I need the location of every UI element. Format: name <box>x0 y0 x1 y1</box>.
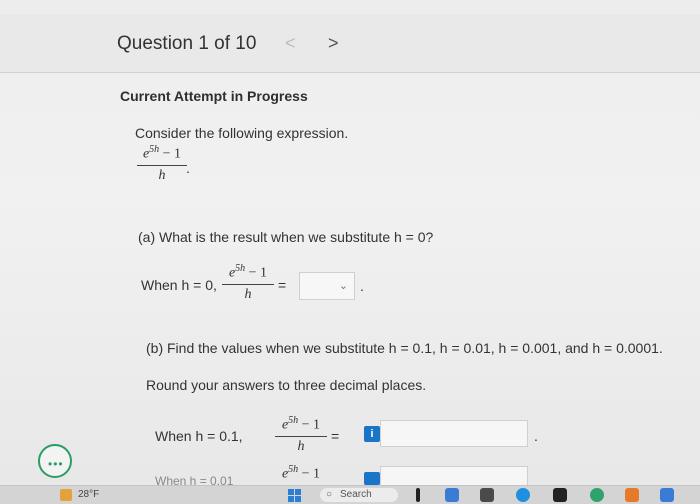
part-a-question: (a) What is the result when we substitut… <box>138 229 434 245</box>
expr-exponent: 5h <box>149 144 160 155</box>
part-a-period: . <box>360 278 364 294</box>
part-a-answer-dropdown[interactable]: ⌄ <box>299 272 355 300</box>
taskbar-app-icon[interactable] <box>445 488 459 502</box>
part-b-row2-fraction: e5h − 1 <box>281 464 321 482</box>
taskbar-app-icon[interactable] <box>553 488 567 502</box>
chat-help-button[interactable]: ••• <box>38 444 72 478</box>
taskbar-app-icon[interactable] <box>480 488 494 502</box>
chat-icon: ••• <box>48 457 64 471</box>
chevron-down-icon: ⌄ <box>338 280 348 292</box>
round-note: Round your answers to three decimal plac… <box>146 377 427 393</box>
info-icon[interactable] <box>364 472 380 485</box>
part-b-row1-fraction: e5h − 1 h <box>275 415 327 455</box>
previous-question-button[interactable]: < <box>285 33 296 54</box>
taskbar-app-icon[interactable] <box>416 488 420 502</box>
taskbar-app-icon[interactable] <box>660 488 674 502</box>
info-icon[interactable]: i <box>364 426 380 442</box>
taskbar-app-icon[interactable] <box>516 488 530 502</box>
expr-denominator: h <box>158 167 166 183</box>
intro-expression: e5h − 1 h <box>137 144 187 184</box>
start-button[interactable] <box>288 489 302 503</box>
part-b-row1-label: When h = 0.1, <box>155 428 243 444</box>
part-b-row2-answer-input[interactable] <box>380 466 528 485</box>
weather-icon <box>60 489 72 501</box>
search-icon: ○ <box>326 489 333 500</box>
part-b-row1-answer-input[interactable] <box>380 420 528 447</box>
weather-temperature[interactable]: 28°F <box>78 489 99 500</box>
expr-minus: − 1 <box>159 146 182 162</box>
os-taskbar: 28°F ○ Search <box>0 485 700 504</box>
expr-period: . <box>186 160 190 176</box>
part-b-question: (b) Find the values when we substitute h… <box>146 340 663 356</box>
part-b-row1-period: . <box>534 428 538 444</box>
question-title: Question 1 of 10 <box>117 33 257 54</box>
attempt-heading: Current Attempt in Progress <box>120 88 308 104</box>
taskbar-search[interactable]: ○ Search <box>320 488 398 502</box>
taskbar-app-icon[interactable] <box>625 488 639 502</box>
part-b-row1-equals: = <box>331 428 340 444</box>
next-question-button[interactable]: > <box>328 33 339 54</box>
search-label: Search <box>340 489 372 500</box>
part-a-when-label: When h = 0, <box>141 277 217 293</box>
question-header <box>0 14 700 73</box>
taskbar-app-icon[interactable] <box>590 488 604 502</box>
question-page: Question 1 of 10 < > Current Attempt in … <box>0 0 700 488</box>
part-a-fraction: e5h − 1 h <box>222 263 274 303</box>
part-a-equals: = <box>278 277 287 293</box>
intro-text: Consider the following expression. <box>135 125 349 141</box>
